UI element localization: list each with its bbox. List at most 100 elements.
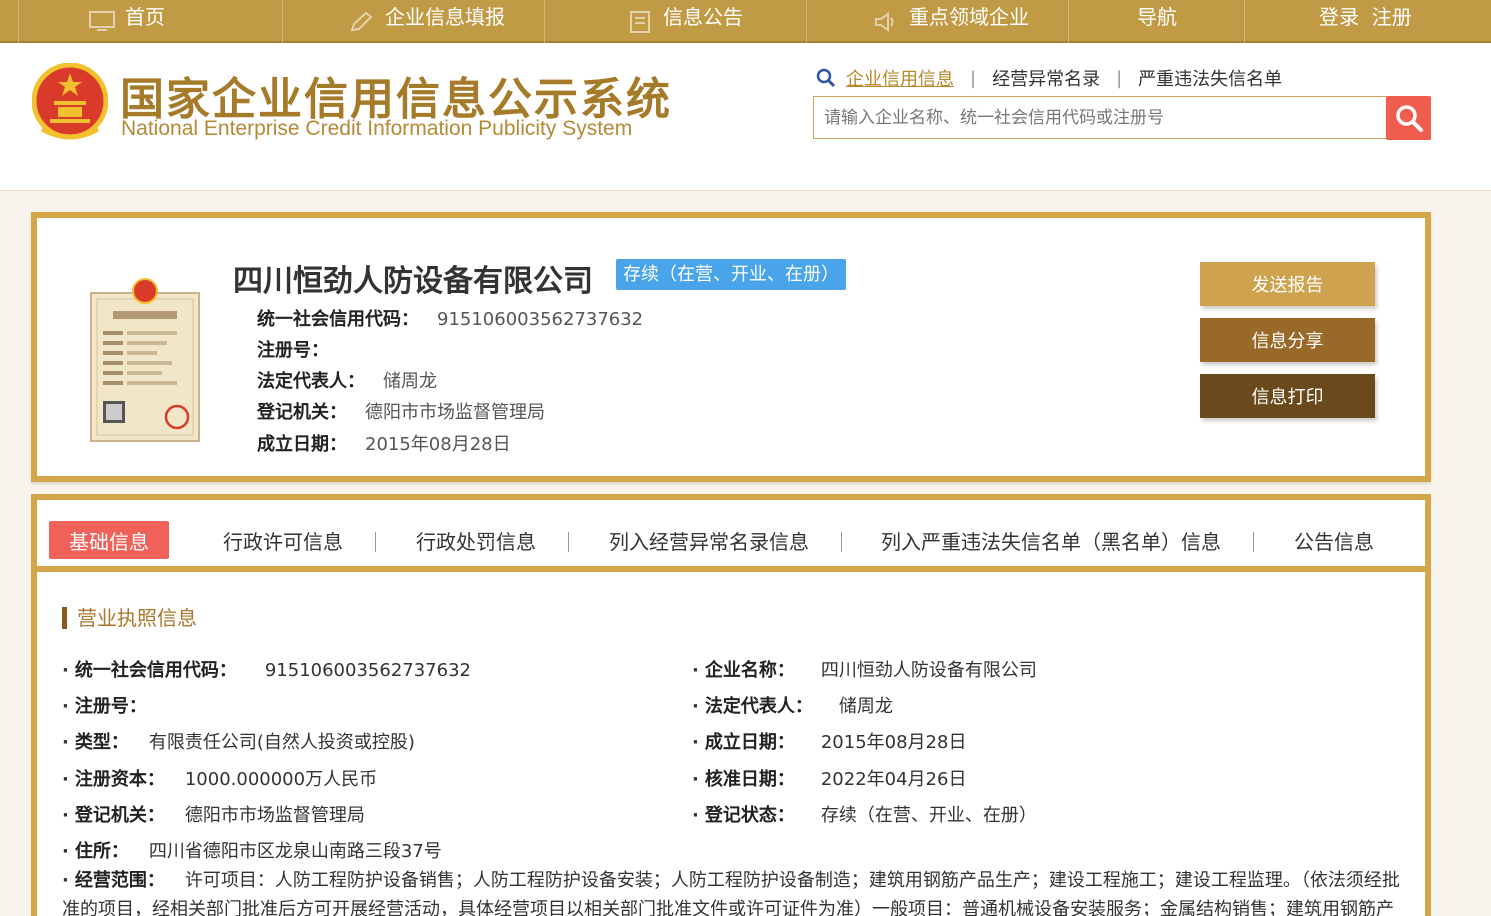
field-key: 经营范围：: [74, 870, 165, 891]
field-key: 登记状态：: [704, 805, 795, 826]
nav-announcements[interactable]: 信息公告: [544, 0, 806, 43]
tab-blacklist[interactable]: 列入严重违法失信名单（黑名单）信息: [881, 521, 1221, 559]
bullet: ·: [692, 805, 699, 826]
field-key: 统一社会信用代码：: [257, 309, 419, 330]
tab-admin-license[interactable]: 行政许可信息: [223, 521, 343, 559]
send-report-button[interactable]: 发送报告: [1200, 262, 1375, 306]
card-field-legal-rep: 法定代表人： 储周龙: [257, 367, 437, 393]
tab-divider: [375, 532, 376, 552]
field-key: 统一社会信用代码：: [74, 660, 237, 681]
field-value: 储周龙: [838, 696, 893, 717]
field-value: 915106003562737632: [437, 309, 644, 330]
tab-admin-penalty[interactable]: 行政处罚信息: [416, 521, 536, 559]
card-field-credit-code: 统一社会信用代码： 915106003562737632: [257, 305, 643, 331]
company-summary-card: 四川恒劲人防设备有限公司 存续（在营、开业、在册） 统一社会信用代码： 91510…: [31, 212, 1431, 482]
tab-divider: [1253, 532, 1254, 552]
nav-label: 登录 注册: [1319, 5, 1412, 29]
nav-login-register[interactable]: 登录 注册: [1244, 0, 1491, 43]
tab-divider: [568, 532, 569, 552]
field-key: 法定代表人：: [257, 371, 365, 392]
search-tab-blacklist[interactable]: 严重违法失信名单: [1138, 65, 1282, 91]
field-value: 许可项目：人防工程防护设备销售；人防工程防护设备安装；人防工程防护设备制造；建筑…: [62, 870, 1400, 916]
field-value: 2022年04月26日: [820, 769, 967, 790]
info-row-address: · 住所： 四川省德阳市区龙泉山南路三段37号: [62, 837, 442, 863]
bullet: ·: [62, 841, 69, 862]
field-value: 储周龙: [383, 371, 437, 392]
field-key: 法定代表人：: [704, 696, 813, 717]
tab-abnormal-list[interactable]: 列入经营异常名录信息: [609, 521, 809, 559]
info-row-legal-rep: · 法定代表人： 储周龙: [692, 692, 893, 718]
business-scope: · 经营范围： 许可项目：人防工程防护设备销售；人防工程防护设备安装；人防工程防护设…: [62, 866, 1402, 916]
field-value: 有限责任公司(自然人投资或控股): [148, 732, 415, 753]
search-button[interactable]: [1386, 96, 1431, 140]
bullet: ·: [62, 769, 69, 790]
field-value: 存续（在营、开业、在册）: [820, 805, 1037, 826]
document-icon: [630, 10, 650, 33]
info-row-type: · 类型： 有限责任公司(自然人投资或控股): [62, 728, 415, 754]
nav-navigation[interactable]: 导航: [1068, 0, 1244, 43]
field-key: 核准日期：: [704, 769, 795, 790]
field-value: 德阳市市场监督管理局: [184, 805, 365, 826]
monitor-icon: [89, 10, 115, 31]
nav-home[interactable]: 首页: [18, 0, 282, 43]
print-info-button[interactable]: 信息打印: [1200, 374, 1375, 418]
tab-basic-info[interactable]: 基础信息: [49, 521, 169, 559]
tab-divider: [841, 532, 842, 552]
search-tab-credit-info[interactable]: 企业信用信息: [846, 65, 954, 91]
field-key: 登记机关：: [257, 402, 347, 423]
search-input[interactable]: [813, 96, 1387, 139]
nav-label: 首页: [125, 5, 165, 29]
detail-tabs: 基础信息 行政许可信息 行政处罚信息 列入经营异常名录信息 列入严重违法失信名单…: [37, 500, 1425, 572]
field-key: 成立日期：: [704, 732, 795, 753]
bullet: ·: [62, 732, 69, 753]
bullet: ·: [62, 660, 69, 681]
bullet: ·: [692, 732, 699, 753]
search-icon: [1395, 105, 1423, 132]
company-name: 四川恒劲人防设备有限公司: [233, 264, 593, 299]
field-value: 四川恒劲人防设备有限公司: [820, 660, 1037, 681]
field-value: 四川省德阳市区龙泉山南路三段37号: [148, 841, 442, 862]
field-value: 1000.000000万人民币: [184, 769, 378, 790]
nav-key-areas[interactable]: 重点领域企业: [806, 0, 1068, 43]
info-row-authority: · 登记机关： 德阳市市场监督管理局: [62, 801, 365, 827]
bullet: ·: [62, 870, 69, 891]
field-key: 类型：: [74, 732, 129, 753]
field-key: 住所：: [74, 841, 129, 862]
nav-label: 信息公告: [663, 5, 743, 29]
field-key: 注册资本：: [74, 769, 165, 790]
search-tab-abnormal-list[interactable]: 经营异常名录: [992, 65, 1100, 91]
info-row-company-name: · 企业名称： 四川恒劲人防设备有限公司: [692, 656, 1037, 682]
national-emblem-icon[interactable]: [32, 63, 108, 143]
field-key: 注册号：: [74, 696, 147, 717]
bullet: ·: [62, 696, 69, 717]
bullet: ·: [692, 769, 699, 790]
field-value: 2015年08月28日: [365, 434, 511, 455]
status-badge: 存续（在营、开业、在册）: [616, 259, 846, 290]
edit-icon: [350, 11, 373, 31]
top-nav: 首页 企业信息填报 信息公告 重点领域企业 导航 登录 注册: [0, 0, 1491, 43]
field-value: 915106003562737632: [264, 660, 471, 681]
info-row-established: · 成立日期： 2015年08月28日: [692, 728, 966, 754]
search-icon: [816, 68, 836, 88]
nav-label: 重点领域企业: [909, 5, 1029, 29]
field-key: 成立日期：: [257, 434, 347, 455]
field-value: 德阳市市场监督管理局: [365, 402, 545, 423]
site-header: 国家企业信用信息公示系统 National Enterprise Credit …: [0, 43, 1491, 191]
search-tabs: 企业信用信息 | 经营异常名录 | 严重违法失信名单: [816, 65, 1282, 91]
field-key: 注册号：: [257, 340, 329, 361]
card-field-authority: 登记机关： 德阳市市场监督管理局: [257, 398, 545, 424]
nav-enterprise-report[interactable]: 企业信息填报: [282, 0, 544, 43]
tab-divider: |: [1116, 67, 1123, 89]
tab-divider: |: [970, 67, 977, 89]
business-license-image[interactable]: [89, 273, 201, 443]
card-field-reg-number: 注册号：: [257, 336, 347, 362]
share-info-button[interactable]: 信息分享: [1200, 318, 1375, 362]
bullet: ·: [692, 660, 699, 681]
detail-panel: 基础信息 行政许可信息 行政处罚信息 列入经营异常名录信息 列入严重违法失信名单…: [31, 494, 1431, 916]
field-key: 企业名称：: [704, 660, 795, 681]
bullet: ·: [62, 805, 69, 826]
tab-announcements[interactable]: 公告信息: [1294, 521, 1374, 559]
speaker-icon: [875, 11, 894, 32]
nav-label: 企业信息填报: [385, 5, 505, 29]
nav-label: 导航: [1137, 5, 1177, 29]
